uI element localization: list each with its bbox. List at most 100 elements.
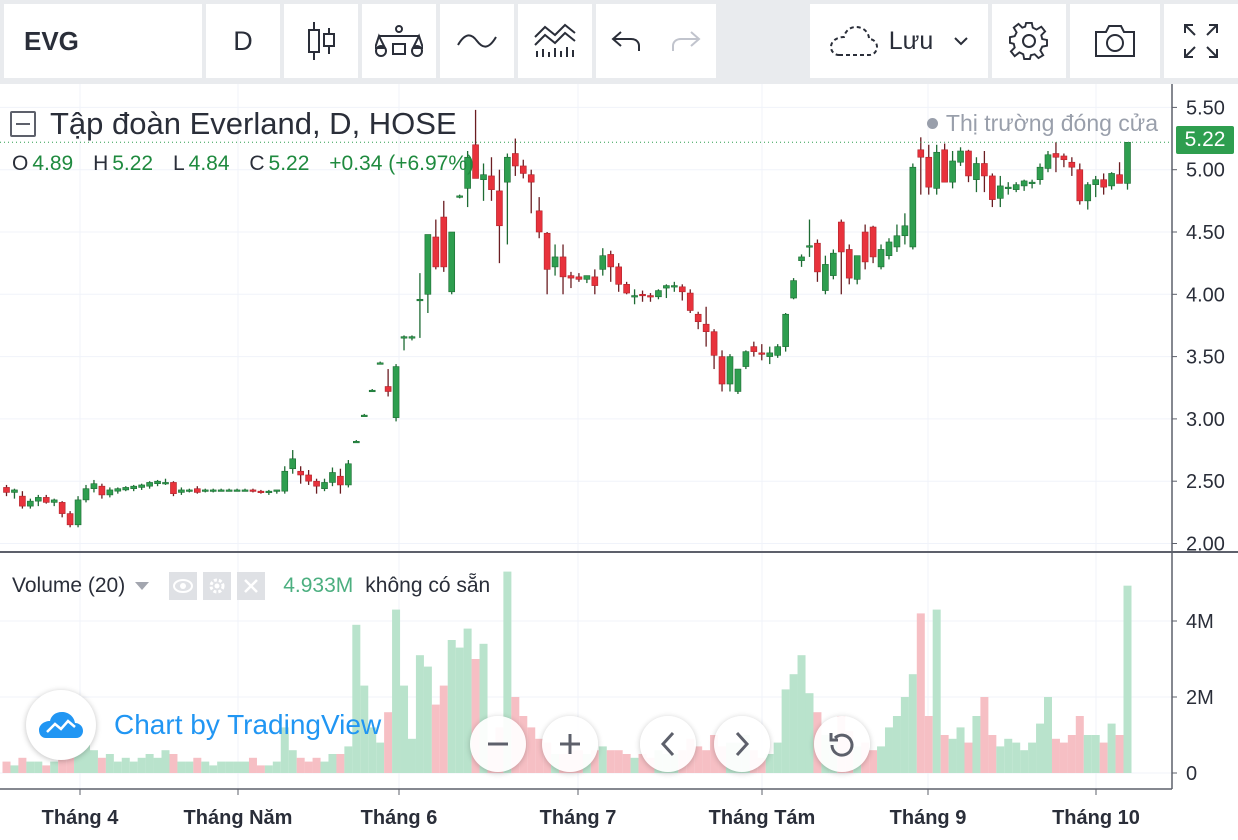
- undo-icon[interactable]: [611, 29, 641, 53]
- candle-body: [297, 470, 304, 476]
- volume-bar: [781, 689, 790, 773]
- volume-bar: [97, 757, 106, 773]
- volume-status: không có sẵn: [365, 574, 491, 597]
- settings-button[interactable]: [992, 4, 1066, 78]
- candle-body: [392, 366, 400, 418]
- volume-bar: [1123, 585, 1132, 773]
- volume-bar: [1051, 738, 1060, 773]
- zoom-in-button[interactable]: [542, 716, 598, 772]
- candle-body: [11, 489, 18, 493]
- volume-axis-label: 0: [1186, 763, 1197, 785]
- candle-body: [1004, 186, 1012, 189]
- candle-body: [782, 313, 789, 347]
- price-axis-label: 4.50: [1186, 222, 1225, 244]
- candle-body: [837, 221, 845, 253]
- candle-body: [989, 175, 996, 200]
- volume-bar: [2, 761, 11, 773]
- candle-body: [575, 276, 583, 280]
- volume-bar: [431, 704, 440, 773]
- save-button[interactable]: Lưu: [810, 4, 988, 78]
- snapshot-button[interactable]: [1070, 4, 1160, 78]
- collapse-legend-icon[interactable]: [10, 111, 36, 137]
- candle-body: [209, 489, 217, 492]
- low-key: L: [172, 152, 185, 175]
- candle-body: [360, 414, 368, 417]
- candle-body: [233, 489, 241, 492]
- candle-body: [257, 490, 265, 493]
- volume-bar: [193, 757, 202, 773]
- redo-icon[interactable]: [671, 29, 701, 53]
- price-axis-label: 2.00: [1186, 534, 1225, 556]
- chart-panel[interactable]: 5.50 5.00 4.50 4.00 3.50 3.00 2.50 2.00 4M 2M 0 Thá…: [0, 84, 1238, 840]
- candle-body: [58, 502, 66, 514]
- volume-bar: [606, 750, 615, 773]
- candle-body: [50, 499, 58, 503]
- chart-type-button[interactable]: [284, 4, 358, 78]
- candle-body: [98, 485, 106, 496]
- price-axis-label: 5.00: [1186, 160, 1225, 182]
- candle-body: [543, 232, 551, 270]
- candle-body: [750, 346, 758, 352]
- volume-bar: [121, 757, 130, 773]
- indicators-button[interactable]: [440, 4, 514, 78]
- candle-body: [106, 489, 114, 496]
- symbol-search-button[interactable]: EVG: [4, 4, 202, 78]
- reset-chart-button[interactable]: [814, 716, 870, 772]
- volume-bar: [1107, 723, 1116, 773]
- ohlc-values: O 4.89 H 5.22 L 4.84 C 5.22 +0.34 (+6.97%): [12, 152, 488, 176]
- candle-body: [74, 499, 82, 526]
- compare-button[interactable]: [362, 4, 436, 78]
- tradingview-branding[interactable]: Chart by TradingView: [26, 690, 381, 760]
- candle-body: [535, 210, 543, 233]
- candle-body: [138, 484, 145, 488]
- candle-body: [321, 482, 328, 489]
- volume-bar: [1075, 716, 1084, 773]
- fullscreen-button[interactable]: [1164, 4, 1238, 78]
- volume-bar: [797, 655, 806, 773]
- volume-axis-label: 4M: [1186, 611, 1214, 633]
- time-axis-label: Tháng Năm: [184, 807, 293, 829]
- candle-body: [42, 497, 50, 503]
- price-axis-label: 4.00: [1186, 284, 1225, 306]
- candle-body: [345, 463, 352, 486]
- volume-title: Volume (20): [12, 574, 126, 597]
- volume-bar: [26, 761, 35, 773]
- scroll-right-button[interactable]: [714, 716, 770, 772]
- candle-body: [901, 225, 909, 237]
- close-icon[interactable]: [237, 572, 266, 600]
- templates-button[interactable]: [518, 4, 592, 78]
- candle-body: [424, 234, 432, 295]
- volume-bar: [304, 761, 313, 773]
- volume-bar: [42, 765, 51, 773]
- candle-body: [655, 290, 662, 298]
- eye-icon[interactable]: [169, 572, 198, 600]
- candle-body: [718, 356, 726, 385]
- zoom-out-button[interactable]: [470, 716, 526, 772]
- candle-body: [19, 495, 26, 507]
- chevron-left-icon: [660, 731, 675, 757]
- symbol-label: EVG: [24, 25, 79, 56]
- market-status-label: Thị trường đóng cửa: [945, 110, 1158, 136]
- candle-body: [368, 389, 376, 393]
- volume-bar: [1004, 738, 1013, 773]
- volume-menu-caret-icon[interactable]: [135, 582, 150, 590]
- gear-icon[interactable]: [203, 572, 232, 600]
- candle-body: [1108, 173, 1115, 187]
- candle-body: [861, 231, 869, 263]
- volume-bar: [908, 674, 917, 773]
- candle-body: [766, 352, 774, 357]
- interval-button[interactable]: D: [206, 4, 280, 78]
- time-axis-label: Tháng 9: [890, 807, 967, 829]
- last-price-tag: 5.22: [1176, 126, 1234, 154]
- status-dot-icon: [926, 118, 938, 129]
- volume-bar: [455, 647, 464, 773]
- candle-body: [567, 275, 575, 279]
- scroll-left-button[interactable]: [640, 716, 696, 772]
- volume-bar: [940, 735, 949, 773]
- volume-bar: [233, 761, 242, 773]
- candle-body: [814, 242, 821, 273]
- candle-body: [154, 480, 161, 484]
- volume-bar: [892, 716, 901, 773]
- low-value: 4.84: [188, 152, 230, 175]
- candle-body: [1036, 166, 1044, 180]
